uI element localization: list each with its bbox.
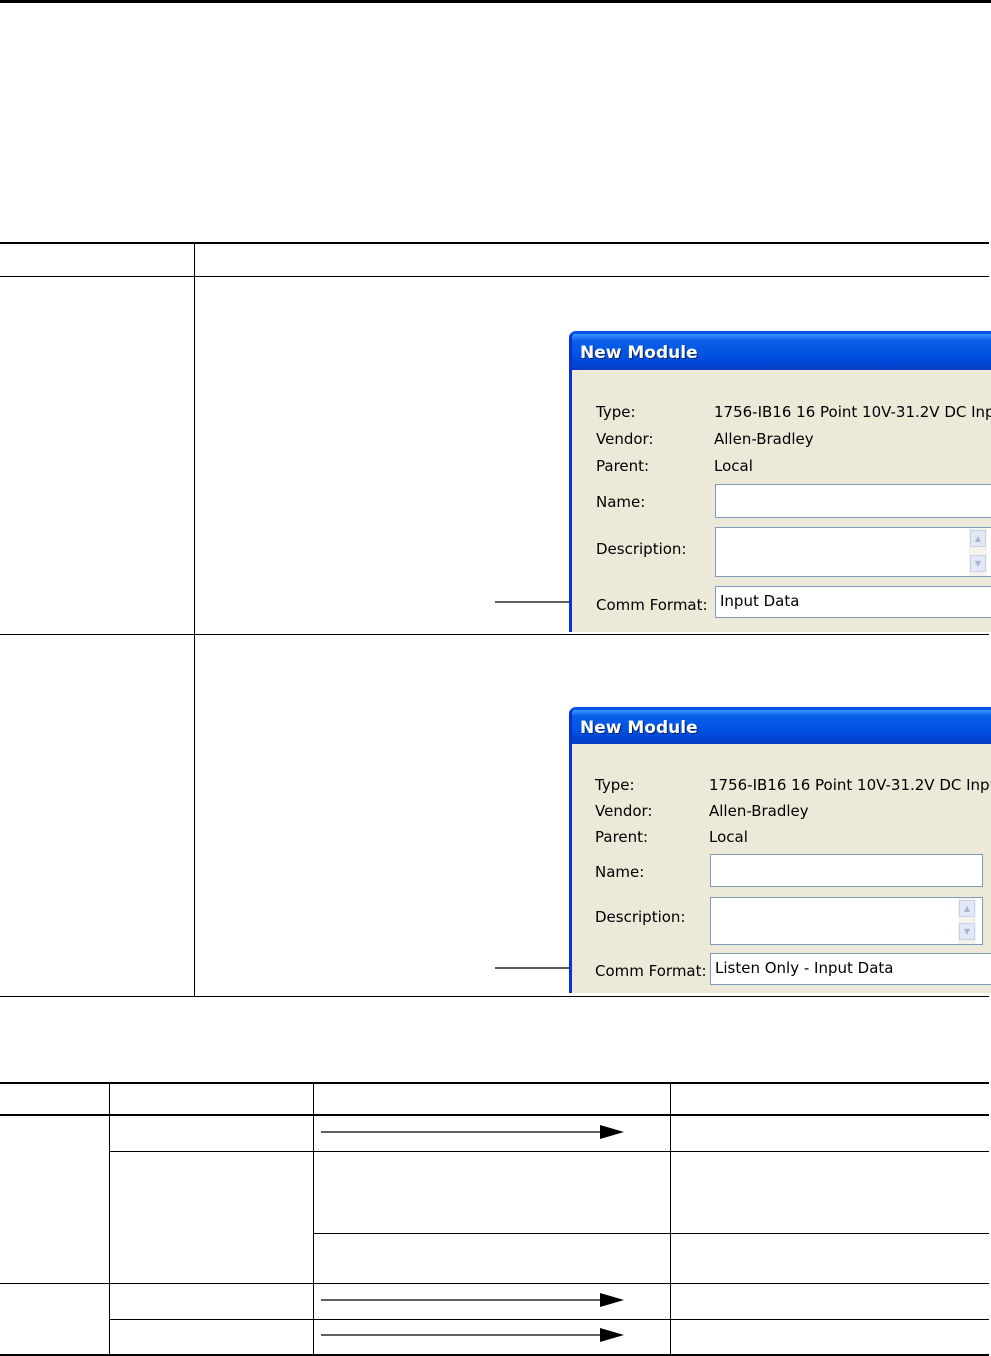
type-value: 1756-IB16 16 Point 10V-31.2V DC Input (709, 776, 991, 794)
direction-arrow (321, 1125, 624, 1139)
dialog-title: New Module (580, 718, 698, 738)
table-bottom-rule (0, 996, 989, 997)
comm-format-select[interactable]: Listen Only - Input Data (710, 953, 991, 985)
table-top-rule (0, 242, 989, 244)
type-value: 1756-IB16 16 Point 10V-31.2V DC Input (714, 403, 991, 421)
table-row-divider (110, 1151, 989, 1152)
vendor-value: Allen-Bradley (714, 430, 814, 448)
table-header-rule (0, 1114, 989, 1116)
type-label: Type: (595, 776, 635, 794)
description-field[interactable]: ▲ ▼ (715, 527, 991, 577)
dialog-title-bar: New Module (572, 334, 991, 370)
table-row-divider (0, 1283, 989, 1284)
comm-format-value: Listen Only - Input Data (715, 959, 894, 977)
table-row-divider (110, 1319, 989, 1320)
parent-label: Parent: (596, 457, 650, 475)
comm-format-label: Comm Format: (595, 962, 707, 980)
description-label: Description: (596, 540, 687, 558)
scroll-down-icon[interactable]: ▼ (959, 923, 975, 940)
page-top-rule (0, 0, 991, 3)
table-column-divider (194, 243, 195, 997)
dialog-title-bar: New Module (572, 710, 991, 744)
type-label: Type: (596, 403, 636, 421)
vendor-label: Vendor: (595, 802, 653, 820)
direction-arrow (321, 1293, 624, 1307)
new-module-dialog: New Module Type: 1756-IB16 16 Point 10V-… (569, 331, 991, 632)
dialog-title: New Module (580, 343, 698, 363)
comm-format-label: Comm Format: (596, 596, 708, 614)
vendor-value: Allen-Bradley (709, 802, 809, 820)
name-label: Name: (595, 863, 645, 881)
scroll-up-icon[interactable]: ▲ (959, 900, 975, 917)
table-column-divider (313, 1083, 314, 1355)
scroll-up-icon[interactable]: ▲ (970, 530, 986, 547)
direction-arrow (321, 1328, 624, 1342)
table-header-rule (0, 276, 989, 277)
new-module-dialog: New Module Type: 1756-IB16 16 Point 10V-… (569, 707, 991, 993)
scroll-down-icon[interactable]: ▼ (970, 555, 986, 572)
description-scrollbar[interactable]: ▲ ▼ (958, 898, 976, 944)
table-row-divider (0, 634, 989, 635)
description-scrollbar[interactable]: ▲ ▼ (969, 528, 987, 576)
name-field[interactable] (715, 484, 991, 518)
comm-format-select[interactable]: Input Data (715, 586, 991, 618)
parent-value: Local (709, 828, 748, 846)
parent-value: Local (714, 457, 753, 475)
table-row-divider (314, 1233, 989, 1234)
table-column-divider (670, 1083, 671, 1355)
name-label: Name: (596, 493, 646, 511)
table-column-divider (109, 1083, 110, 1355)
table-top-rule (0, 1082, 989, 1084)
vendor-label: Vendor: (596, 430, 654, 448)
description-label: Description: (595, 908, 686, 926)
description-field[interactable]: ▲ ▼ (710, 897, 983, 945)
parent-label: Parent: (595, 828, 649, 846)
name-field[interactable] (710, 854, 983, 887)
comm-format-value: Input Data (720, 592, 800, 610)
